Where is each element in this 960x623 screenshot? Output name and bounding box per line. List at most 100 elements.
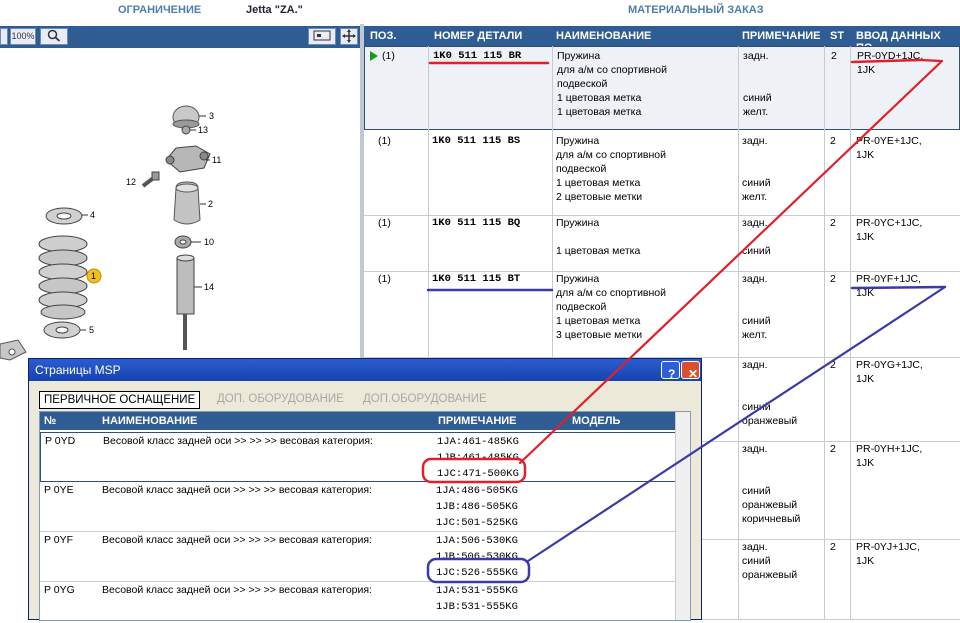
toolbar-clip-button[interactable] [0, 28, 8, 45]
callout-11: 11 [212, 155, 221, 165]
close-icon: ✕ [688, 367, 699, 381]
row-st: 2 [830, 217, 836, 229]
material-order-label: МАТЕРИАЛЬНЫЙ ЗАКАЗ [628, 4, 764, 16]
row-part-number: 1K0 511 115 BT [432, 273, 521, 285]
row-data-entry: PR-0YF+1JC, 1JK [856, 273, 922, 299]
row-st: 2 [830, 541, 836, 553]
col-divider [850, 46, 851, 620]
msp-row-code: P 0YG [44, 584, 75, 596]
table-row[interactable]: (1) 1K0 511 115 BR Пружина для а/м со сп… [364, 46, 960, 130]
msp-grid: № НАИМЕНОВАНИЕ ПРИМЕЧАНИЕ МОДЕЛЬ P 0YD В… [39, 411, 691, 621]
callout-13: 13 [198, 125, 208, 135]
row-note: задн. синий желт. [742, 135, 771, 203]
callout-4: 4 [90, 210, 95, 220]
note-line: 1JA:506-530KG [436, 535, 518, 547]
row-note: задн. синий оранжевый коричневый [742, 443, 801, 525]
msp-row[interactable]: P 0YE Весовой класс задней оси >> >> >> … [40, 482, 690, 532]
msp-scrollbar[interactable] [675, 412, 690, 620]
row-name: Пружина для а/м со спортивной подвеской … [556, 135, 667, 203]
msp-row-notes: 1JA:506-530KG 1JB:506-530KG 1JC:526-555K… [436, 533, 518, 581]
msp-row[interactable]: P 0YF Весовой класс задней оси >> >> >> … [40, 532, 690, 582]
msp-row-notes: 1JA:531-555KG 1JB:531-555KG [436, 583, 518, 615]
col-note: ПРИМЕЧАНИЕ [438, 415, 517, 427]
row-data-entry: PR-0YG+1JC, 1JK [856, 359, 923, 385]
fit-view-button[interactable] [308, 28, 336, 45]
help-icon: ? [668, 367, 676, 381]
row-data-entry: PR-0YE+1JC, 1JK [856, 135, 922, 161]
coil-spring-shape [38, 235, 88, 320]
col-name: НАИМЕНОВАНИЕ [102, 415, 198, 427]
row-part-number: 1K0 511 115 BS [432, 135, 521, 147]
col-number: № [44, 415, 57, 427]
row-name: Пружина для а/м со спортивной подвеской … [557, 50, 668, 118]
pan-arrows-icon [342, 29, 356, 43]
magnifier-icon [47, 29, 61, 42]
row-name: Пружина для а/м со спортивной подвеской … [556, 273, 667, 341]
row-st: 2 [830, 443, 836, 455]
row-note: задн. синий оранжевый [742, 541, 798, 581]
msp-row-name: Весовой класс задней оси >> >> >> весова… [103, 435, 373, 447]
col-divider [738, 46, 739, 620]
msp-row-name: Весовой класс задней оси >> >> >> весова… [102, 484, 372, 496]
pan-button[interactable] [340, 28, 358, 45]
callout-3: 3 [209, 111, 214, 121]
callout-1: 1 [91, 271, 96, 281]
restriction-value: Jetta "ZA." [246, 4, 303, 16]
note-line: 1JB:461-485KG [437, 452, 519, 464]
callout-10: 10 [204, 237, 214, 247]
row-pos: (1) [378, 135, 391, 147]
callout-14: 14 [204, 282, 214, 292]
msp-pages-dialog: Страницы MSP ? ✕ ПЕРВИЧНОЕ ОСНАЩЕНИЕ ДОП… [28, 358, 702, 621]
tab-extra-equipment-2[interactable]: ДОП.ОБОРУДОВАНИЕ [359, 391, 491, 407]
note-line: 1JB:506-530KG [436, 551, 518, 563]
note-line: 1JC:501-525KG [436, 517, 518, 529]
row-data-entry: PR-0YJ+1JC, 1JK [856, 541, 920, 567]
table-row[interactable]: (1) 1K0 511 115 BQ Пружина 1 цветовая ме… [364, 216, 960, 272]
note-line: 1JA:531-555KG [436, 585, 518, 597]
illustration-toolbar: 100% [0, 26, 360, 48]
note-line: 1JC:471-500KG [437, 468, 519, 480]
callout-2: 2 [208, 199, 213, 209]
msp-row-code: P 0YD [45, 435, 76, 447]
col-name: НАИМЕНОВАНИЕ [556, 30, 652, 42]
tab-extra-equipment-1[interactable]: ДОП. ОБОРУДОВАНИЕ [213, 391, 348, 407]
row-pos: (1) [378, 217, 391, 229]
row-data-entry: PR-0YC+1JC, 1JK [856, 217, 923, 243]
close-button[interactable]: ✕ [681, 361, 700, 381]
col-note: ПРИМЕЧАНИЕ [742, 30, 821, 42]
note-line: 1JA:461-485KG [437, 436, 519, 448]
table-row[interactable]: (1) 1K0 511 115 BS Пружина для а/м со сп… [364, 130, 960, 216]
play-marker-icon [370, 51, 378, 61]
row-st: 2 [830, 359, 836, 371]
zoom-100-button[interactable]: 100% [10, 28, 36, 45]
row-note: задн. синий желт. [742, 273, 771, 341]
note-line: 1JC:526-555KG [436, 567, 518, 579]
row-pos: (1) [382, 50, 395, 62]
msp-row[interactable]: P 0YG Весовой класс задней оси >> >> >> … [40, 582, 690, 620]
msp-row-name: Весовой класс задней оси >> >> >> весова… [102, 584, 372, 596]
msp-row-notes: 1JA:486-505KG 1JB:486-505KG 1JC:501-525K… [436, 483, 518, 531]
col-divider [824, 46, 825, 620]
dialog-title: Страницы MSP [35, 363, 121, 377]
row-st: 2 [830, 273, 836, 285]
row-note: задн. синий желт. [743, 50, 772, 118]
table-row[interactable]: (1) 1K0 511 115 BT Пружина для а/м со сп… [364, 272, 960, 358]
zoom-magnifier-button[interactable] [40, 28, 68, 45]
parts-table-header: ПОЗ. НОМЕР ДЕТАЛИ НАИМЕНОВАНИЕ ПРИМЕЧАНИ… [364, 26, 960, 54]
msp-row-code: P 0YE [44, 484, 74, 496]
row-note: задн. синий [742, 217, 771, 257]
help-button[interactable]: ? [661, 361, 680, 381]
row-name: Пружина 1 цветовая метка [556, 217, 641, 257]
tab-primary-equipment[interactable]: ПЕРВИЧНОЕ ОСНАЩЕНИЕ [39, 391, 201, 409]
note-line: 1JB:486-505KG [436, 501, 518, 513]
restriction-label: ОГРАНИЧЕНИЕ [118, 4, 202, 16]
top-info-bar: ОГРАНИЧЕНИЕ Jetta "ZA." МАТЕРИАЛЬНЫЙ ЗАК… [0, 0, 960, 24]
row-note: задн. синий оранжевый [742, 359, 798, 427]
callout-5: 5 [89, 325, 94, 335]
row-data-entry: PR-0YH+1JC, 1JK [856, 443, 923, 469]
msp-row[interactable]: P 0YD Весовой класс задней оси >> >> >> … [40, 432, 690, 482]
msp-row-name: Весовой класс задней оси >> >> >> весова… [102, 534, 372, 546]
dialog-titlebar[interactable]: Страницы MSP ? ✕ [29, 359, 701, 381]
col-st: ST [830, 30, 845, 42]
zoom-100-label: 100% [11, 31, 35, 41]
